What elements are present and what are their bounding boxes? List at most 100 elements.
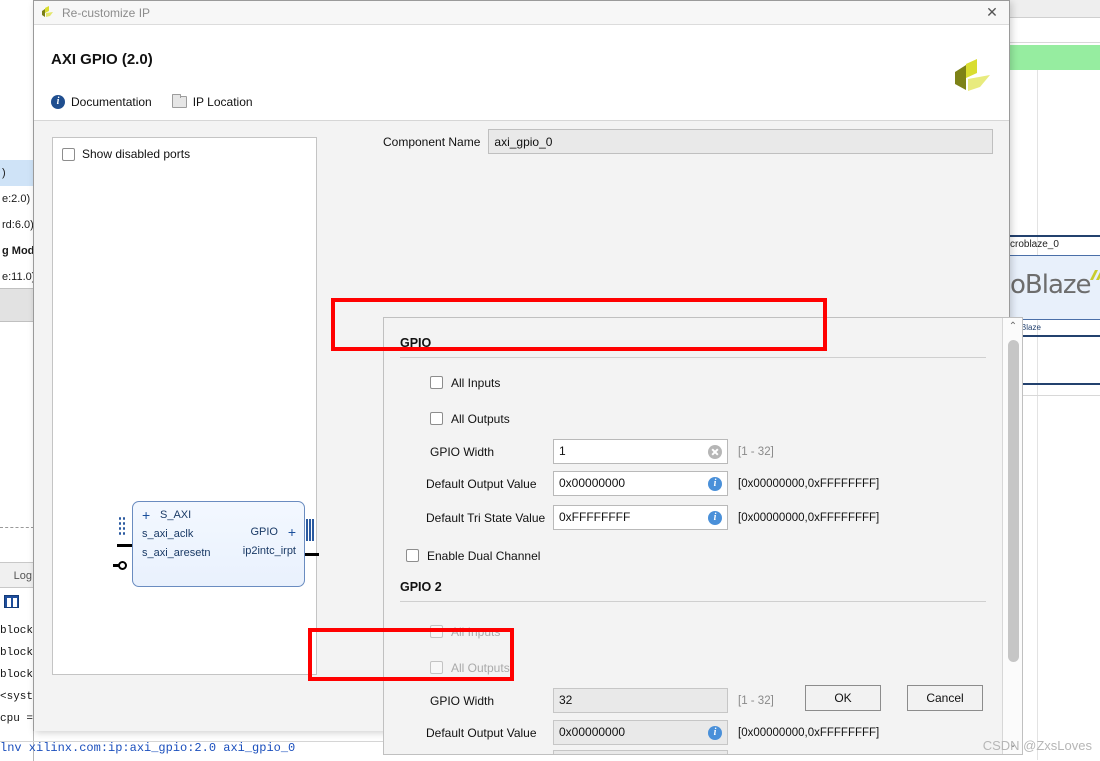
- s-axi-aclk-pin-icon: [117, 544, 133, 547]
- background-tree-row: rd:6.0): [2, 219, 34, 231]
- console-line: block: [0, 625, 34, 637]
- microblaze-top-rule: [1008, 235, 1100, 237]
- console-line: cpu =: [0, 713, 34, 725]
- expand-s-axi-icon[interactable]: +: [142, 508, 150, 522]
- microblaze-block-name: croblaze_0: [1010, 239, 1059, 250]
- background-green-highlight: [1010, 45, 1100, 70]
- ok-button[interactable]: OK: [805, 685, 881, 711]
- microblaze-logo-text: oBlaze: [1010, 270, 1092, 300]
- gpio-section-title: GPIO: [400, 336, 432, 350]
- gpio-width-field[interactable]: 1: [553, 439, 728, 464]
- watermark: CSDN @ZxsLoves: [982, 738, 1092, 753]
- documentation-link-label: Documentation: [71, 95, 152, 109]
- background-divider: [0, 527, 34, 528]
- console-line: block: [0, 647, 34, 659]
- recustomize-ip-dialog: Re-customize IP ✕ AXI GPIO (2.0) i Docum…: [33, 0, 1023, 755]
- gpio-default-output-field[interactable]: 0x00000000 i: [553, 471, 728, 496]
- checkbox-box-icon: [430, 625, 443, 638]
- dialog-header: AXI GPIO (2.0) i Documentation IP Locati…: [34, 25, 1009, 121]
- info-icon: i: [51, 95, 65, 109]
- xilinx-brand-logo-icon: [955, 59, 990, 91]
- gpio-all-outputs-label: All Outputs: [451, 411, 510, 426]
- clear-icon[interactable]: [708, 445, 722, 459]
- background-tree-row: ): [0, 160, 34, 186]
- expand-gpio-icon[interactable]: +: [288, 525, 296, 539]
- port-label-s-axi-aresetn: s_axi_aresetn: [142, 547, 211, 559]
- gpio-width-label: GPIO Width: [430, 444, 495, 459]
- gpio-bus-bars-icon: [306, 519, 316, 541]
- checkbox-box-icon: [430, 412, 443, 425]
- gpio-section-rule: [400, 357, 986, 358]
- show-disabled-ports-label: Show disabled ports: [82, 147, 191, 161]
- enable-dual-channel-label: Enable Dual Channel: [427, 548, 541, 563]
- dialog-body: Show disabled ports + S_AXI s_axi_aclk s…: [34, 121, 1023, 755]
- gpio-width-hint: [1 - 32]: [738, 445, 774, 458]
- gpio-all-outputs-checkbox[interactable]: All Outputs: [430, 405, 510, 432]
- gpio-default-tristate-value: 0xFFFFFFFF: [559, 510, 631, 524]
- dialog-titlebar: Re-customize IP ✕: [34, 1, 1009, 25]
- scrollbar-thumb[interactable]: [1008, 340, 1019, 662]
- show-disabled-ports-checkbox[interactable]: Show disabled ports: [62, 147, 190, 161]
- ip-location-link-label: IP Location: [192, 95, 253, 109]
- gpio2-section-rule: [400, 601, 986, 602]
- s-axi-bus-dots-icon: [118, 516, 125, 536]
- gpio-default-tristate-label: Default Tri State Value: [426, 510, 546, 525]
- background-canvas-edge: [1037, 70, 1038, 760]
- port-label-s-axi-aclk: s_axi_aclk: [142, 528, 194, 540]
- checkbox-box-icon: [406, 549, 419, 562]
- header-links: i Documentation IP Location: [51, 94, 253, 109]
- gpio-all-inputs-checkbox[interactable]: All Inputs: [430, 369, 500, 396]
- dialog-footer: OK Cancel: [34, 673, 1009, 731]
- console-line: block: [0, 669, 34, 681]
- component-name-label: Component Name: [383, 134, 481, 149]
- scroll-up-icon[interactable]: ⌃: [1003, 318, 1022, 336]
- documentation-link[interactable]: i Documentation: [51, 95, 152, 109]
- background-status-text: lnv xilinx.com:ip:axi_gpio:2.0 axi_gpio_…: [0, 741, 296, 755]
- info-icon[interactable]: i: [708, 477, 722, 491]
- gpio2-section-title: GPIO 2: [400, 580, 442, 594]
- gpio-default-tristate-hint: [0x00000000,0xFFFFFFFF]: [738, 511, 880, 524]
- info-icon[interactable]: i: [708, 511, 722, 525]
- background-tree-row: e:2.0): [2, 193, 31, 205]
- background-tree-row: g Mod: [2, 245, 34, 257]
- axi-gpio-ip-symbol: + S_AXI s_axi_aclk s_axi_aresetn GPIO + …: [132, 501, 305, 587]
- background-console: block block block <syste cpu =: [0, 620, 40, 730]
- gpio2-all-inputs-checkbox[interactable]: All Inputs: [430, 618, 500, 645]
- gpio-default-tristate-row: Default Tri State Value 0xFFFFFFFF i [0x…: [426, 504, 991, 531]
- ip-location-link[interactable]: IP Location: [171, 94, 253, 109]
- port-label-ip2intc-irpt: ip2intc_irpt: [242, 545, 296, 557]
- log-grid-icon: [4, 595, 19, 608]
- background-tab-strip: [1010, 19, 1100, 43]
- close-icon[interactable]: ✕: [983, 5, 1001, 21]
- gpio2-next-field-partial[interactable]: [553, 750, 728, 754]
- page-title: AXI GPIO (2.0): [51, 51, 153, 68]
- gpio-default-output-hint: [0x00000000,0xFFFFFFFF]: [738, 477, 880, 490]
- port-label-gpio: GPIO: [250, 526, 278, 538]
- gpio-default-output-row: Default Output Value 0x00000000 i [0x000…: [426, 470, 991, 497]
- background-gray-band: [0, 288, 34, 322]
- checkbox-box-icon: [62, 147, 75, 161]
- xilinx-logo-icon: [42, 5, 53, 17]
- gpio-all-inputs-label: All Inputs: [451, 375, 501, 390]
- enable-dual-channel-checkbox[interactable]: Enable Dual Channel: [406, 542, 540, 569]
- checkbox-box-icon: [430, 376, 443, 389]
- background-tree-row: e:11.0): [2, 271, 34, 283]
- microblaze-block-body: oBlaze: [1008, 255, 1100, 320]
- microblaze-logo-mark-icon: [1090, 270, 1100, 280]
- gpio-width-row: GPIO Width 1 [1 - 32]: [430, 438, 990, 465]
- ip2intc-irpt-pin-icon: [305, 553, 319, 556]
- gpio-default-tristate-field[interactable]: 0xFFFFFFFF i: [553, 505, 728, 530]
- cancel-button[interactable]: Cancel: [907, 685, 983, 711]
- background-toolbar-strip: [1010, 0, 1100, 18]
- gpio-default-output-label: Default Output Value: [426, 476, 537, 491]
- background-ip-tree: ) e:2.0) rd:6.0) g Mod e:11.0): [0, 160, 34, 290]
- gpio2-all-inputs-label: All Inputs: [451, 624, 501, 639]
- gpio-width-value: 1: [559, 444, 566, 458]
- component-name-input[interactable]: [488, 129, 993, 154]
- component-name-row: Component Name: [383, 129, 993, 154]
- dialog-title: Re-customize IP: [62, 5, 151, 20]
- s-axi-aresetn-wire-icon: [113, 564, 120, 567]
- ports-preview-panel: Show disabled ports: [52, 137, 317, 675]
- folder-icon: [171, 94, 187, 108]
- console-line: <syste: [0, 691, 40, 703]
